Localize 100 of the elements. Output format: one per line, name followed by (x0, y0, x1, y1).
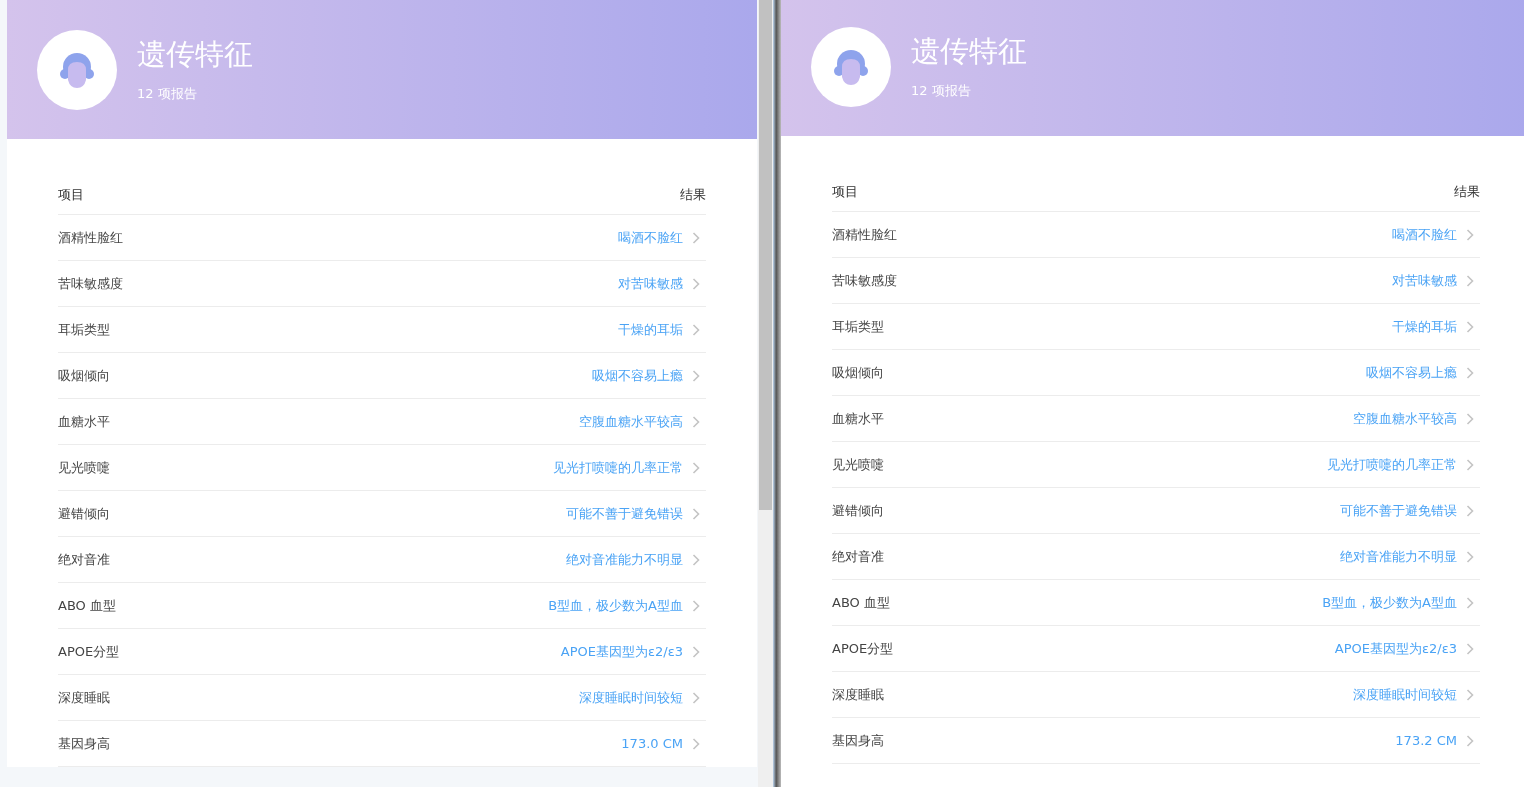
chevron-right-icon (1466, 274, 1474, 287)
trait-result: 深度睡眠时间较短 (1353, 685, 1457, 704)
trait-result: APOE基因型为ε2/ε3 (1334, 639, 1457, 658)
column-header: 结果 (1453, 182, 1480, 201)
column-header: 项目 (832, 182, 859, 201)
chevron-right-icon (692, 323, 700, 336)
trait-result: 吸烟不容易上瘾 (592, 366, 683, 385)
trait-result: 对苦味敏感 (1392, 271, 1457, 290)
chevron-right-icon (692, 277, 700, 290)
trait-result: 见光打喷嚏的几率正常 (1327, 455, 1457, 474)
chevron-right-icon (692, 507, 700, 520)
trait-row[interactable]: 深度睡眠 深度睡眠时间较短 (832, 672, 1480, 718)
trait-row[interactable]: 绝对音准 绝对音准能力不明显 (58, 537, 706, 583)
trait-name: APOE分型 (58, 642, 121, 661)
chevron-right-icon (1466, 688, 1474, 701)
trait-row[interactable]: APOE分型 APOE基因型为ε2/ε3 (58, 629, 706, 675)
trait-name: 苦味敏感度 (58, 274, 124, 293)
trait-result: 对苦味敏感 (618, 274, 683, 293)
chevron-right-icon (692, 415, 700, 428)
trait-row[interactable]: 苦味敏感度 对苦味敏感 (832, 258, 1480, 304)
trait-result: 可能不善于避免错误 (1340, 501, 1457, 520)
report-title: 遗传特征 (911, 32, 1027, 70)
report-count: 12 项报告 (911, 81, 972, 100)
trait-result: 干燥的耳垢 (618, 320, 683, 339)
chevron-right-icon (692, 737, 700, 750)
chevron-right-icon (1466, 366, 1474, 379)
chevron-right-icon (692, 461, 700, 474)
trait-name: APOE分型 (832, 639, 895, 658)
trait-result: 绝对音准能力不明显 (1340, 547, 1457, 566)
chevron-right-icon (1466, 228, 1474, 241)
chevron-right-icon (1466, 320, 1474, 333)
trait-name: 苦味敏感度 (832, 271, 898, 290)
trait-row[interactable]: 基因身高 173.0 CM (58, 721, 706, 767)
chevron-right-icon (692, 599, 700, 612)
trait-name: 绝对音准 (832, 547, 885, 566)
chevron-right-icon (1466, 504, 1474, 517)
trait-row[interactable]: 深度睡眠 深度睡眠时间较短 (58, 675, 706, 721)
trait-result: APOE基因型为ε2/ε3 (560, 642, 683, 661)
scrollbar-thumb[interactable] (759, 0, 772, 510)
trait-result: 空腹血糖水平较高 (579, 412, 683, 431)
scrollbar[interactable] (758, 0, 773, 787)
trait-row[interactable]: 耳垢类型 干燥的耳垢 (58, 307, 706, 353)
trait-row[interactable]: ABO 血型 B型血，极少数为A型血 (58, 583, 706, 629)
trait-result: 深度睡眠时间较短 (579, 688, 683, 707)
trait-name: 吸烟倾向 (832, 363, 885, 382)
chevron-right-icon (692, 369, 700, 382)
trait-name: 基因身高 (58, 734, 111, 753)
trait-result: 喝酒不脸红 (618, 228, 683, 247)
trait-name: ABO 血型 (832, 593, 891, 612)
trait-name: 绝对音准 (58, 550, 111, 569)
trait-row[interactable]: 吸烟倾向 吸烟不容易上瘾 (832, 350, 1480, 396)
trait-result: 可能不善于避免错误 (566, 504, 683, 523)
chevron-right-icon (1466, 642, 1474, 655)
trait-name: 酒精性脸红 (58, 228, 124, 247)
trait-name: 深度睡眠 (58, 688, 111, 707)
trait-row[interactable]: 苦味敏感度 对苦味敏感 (58, 261, 706, 307)
chevron-right-icon (1466, 458, 1474, 471)
trait-row[interactable]: ABO 血型 B型血，极少数为A型血 (832, 580, 1480, 626)
trait-row[interactable]: 血糖水平 空腹血糖水平较高 (58, 399, 706, 445)
trait-name: 吸烟倾向 (58, 366, 111, 385)
trait-name: 避错倾向 (832, 501, 885, 520)
trait-row[interactable]: 见光喷嚏 见光打喷嚏的几率正常 (58, 445, 706, 491)
report-title: 遗传特征 (137, 35, 253, 73)
trait-result: 干燥的耳垢 (1392, 317, 1457, 336)
trait-row[interactable]: 见光喷嚏 见光打喷嚏的几率正常 (832, 442, 1480, 488)
trait-row[interactable]: 耳垢类型 干燥的耳垢 (832, 304, 1480, 350)
trait-row[interactable]: APOE分型 APOE基因型为ε2/ε3 (832, 626, 1480, 672)
trait-row[interactable]: 避错倾向 可能不善于避免错误 (58, 491, 706, 537)
trait-result: B型血，极少数为A型血 (1322, 593, 1457, 612)
trait-name: ABO 血型 (58, 596, 117, 615)
chevron-right-icon (692, 645, 700, 658)
trait-row[interactable]: 基因身高 173.2 CM (832, 718, 1480, 764)
trait-name: 避错倾向 (58, 504, 111, 523)
chevron-right-icon (1466, 596, 1474, 609)
chevron-right-icon (692, 553, 700, 566)
trait-result: B型血，极少数为A型血 (548, 596, 683, 615)
chevron-right-icon (1466, 734, 1474, 747)
trait-row[interactable]: 酒精性脸红 喝酒不脸红 (832, 212, 1480, 258)
trait-result: 见光打喷嚏的几率正常 (553, 458, 683, 477)
trait-name: 血糖水平 (832, 409, 885, 428)
trait-result: 173.2 CM (1395, 733, 1457, 748)
trait-row[interactable]: 酒精性脸红 喝酒不脸红 (58, 215, 706, 261)
trait-result: 喝酒不脸红 (1392, 225, 1457, 244)
trait-name: 酒精性脸红 (832, 225, 898, 244)
trait-row[interactable]: 吸烟倾向 吸烟不容易上瘾 (58, 353, 706, 399)
trait-result: 空腹血糖水平较高 (1353, 409, 1457, 428)
trait-row[interactable]: 绝对音准 绝对音准能力不明显 (832, 534, 1480, 580)
trait-row[interactable]: 避错倾向 可能不善于避免错误 (832, 488, 1480, 534)
trait-result: 绝对音准能力不明显 (566, 550, 683, 569)
trait-row[interactable]: 血糖水平 空腹血糖水平较高 (832, 396, 1480, 442)
trait-name: 耳垢类型 (832, 317, 885, 336)
trait-name: 见光喷嚏 (832, 455, 885, 474)
trait-result: 吸烟不容易上瘾 (1366, 363, 1457, 382)
column-header: 结果 (679, 185, 706, 204)
column-header: 项目 (58, 185, 85, 204)
trait-name: 基因身高 (832, 731, 885, 750)
chevron-right-icon (692, 231, 700, 244)
trait-name: 见光喷嚏 (58, 458, 111, 477)
trait-name: 深度睡眠 (832, 685, 885, 704)
trait-name: 血糖水平 (58, 412, 111, 431)
